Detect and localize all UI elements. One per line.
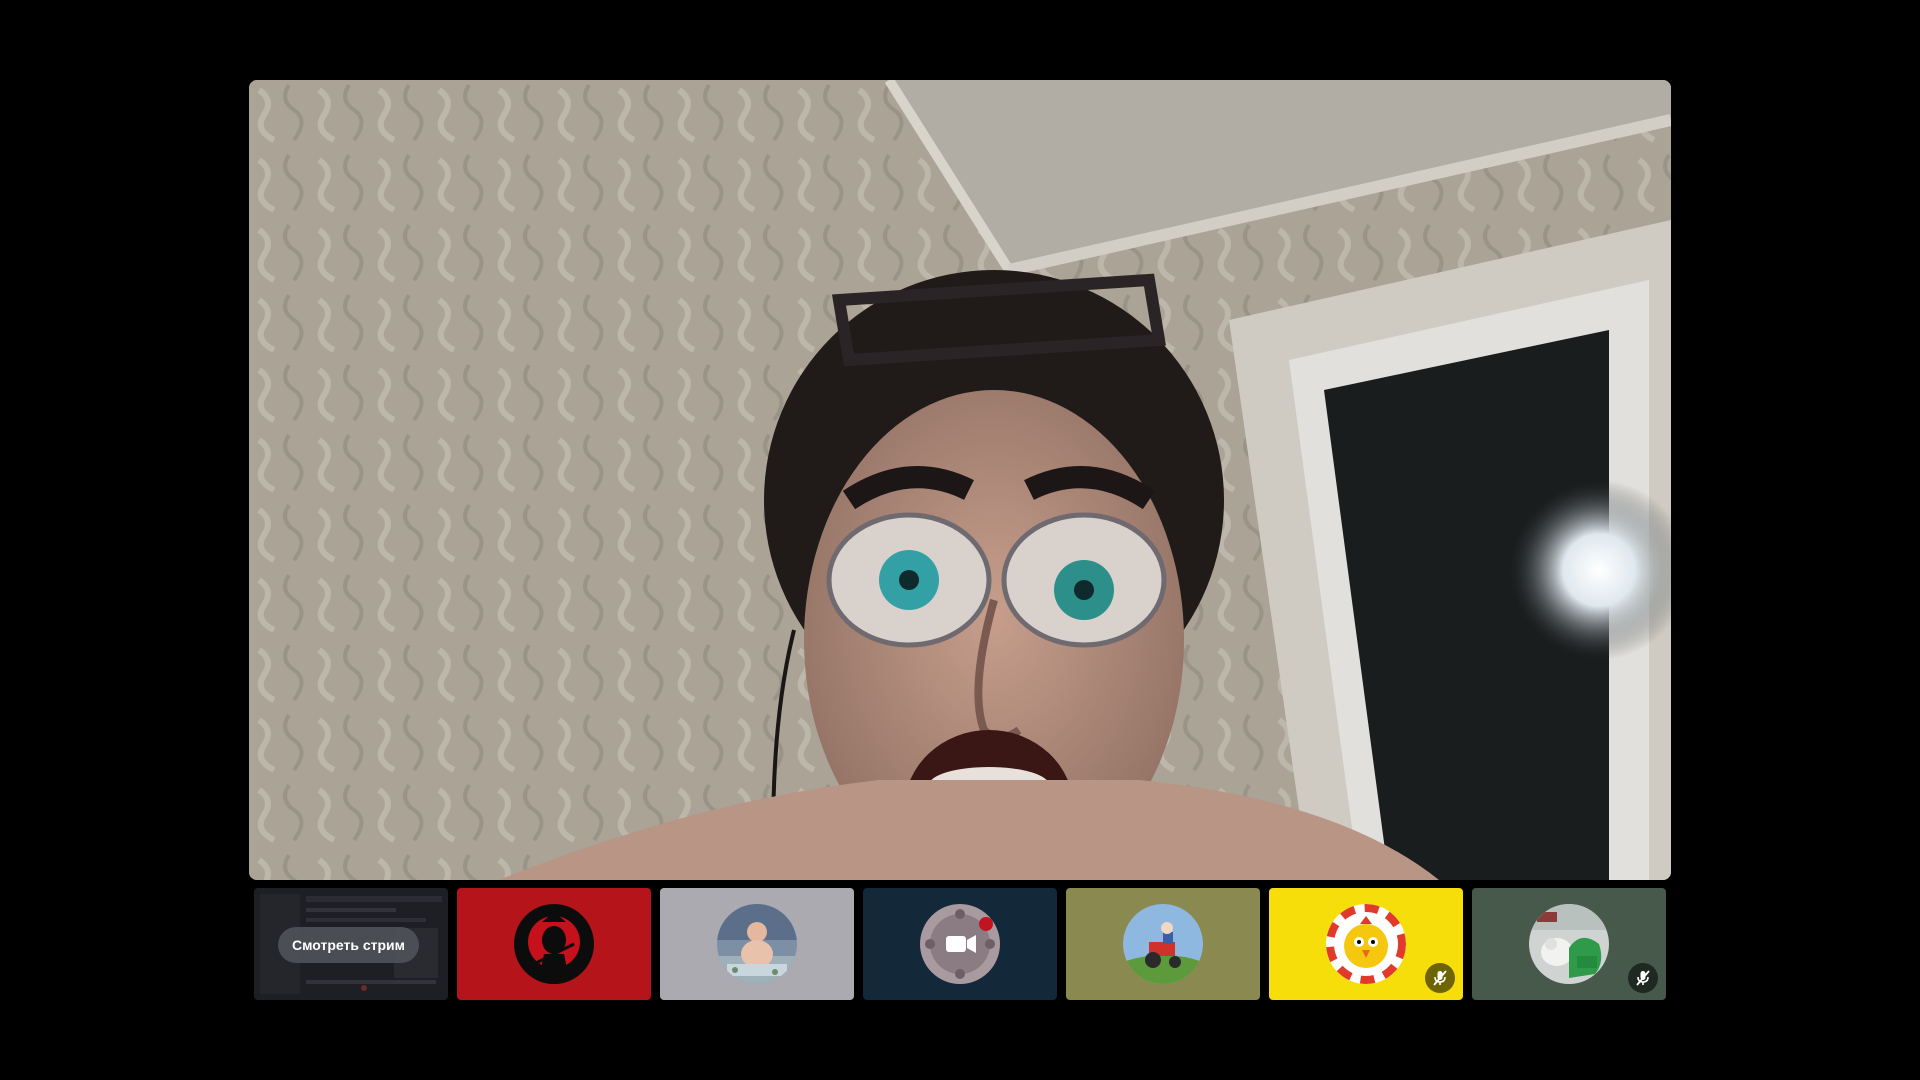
webcam-image xyxy=(249,80,1671,880)
chick-avatar-icon xyxy=(1326,904,1406,984)
participant-tile[interactable] xyxy=(1472,888,1666,1000)
watch-stream-button[interactable]: Смотреть стрим xyxy=(278,927,420,963)
call-stage: Смотреть стрим xyxy=(0,0,1920,1080)
muted-microphone-icon xyxy=(1628,963,1658,993)
participant-tile[interactable] xyxy=(457,888,651,1000)
tractor-avatar-icon xyxy=(1123,904,1203,984)
sheep-avatar-icon xyxy=(1529,904,1609,984)
participant-tile[interactable] xyxy=(660,888,854,1000)
participant-strip: Смотреть стрим xyxy=(254,888,1668,1000)
stream-preview-tile[interactable]: Смотреть стрим xyxy=(254,888,448,1000)
main-video-feed[interactable] xyxy=(249,80,1671,880)
participant-tile[interactable] xyxy=(1066,888,1260,1000)
baby-avatar-icon xyxy=(717,904,797,984)
video-camera-avatar-icon xyxy=(920,904,1000,984)
muted-microphone-icon xyxy=(1425,963,1455,993)
participant-tile[interactable] xyxy=(863,888,1057,1000)
samurai-avatar-icon xyxy=(514,904,594,984)
participant-tile[interactable] xyxy=(1269,888,1463,1000)
